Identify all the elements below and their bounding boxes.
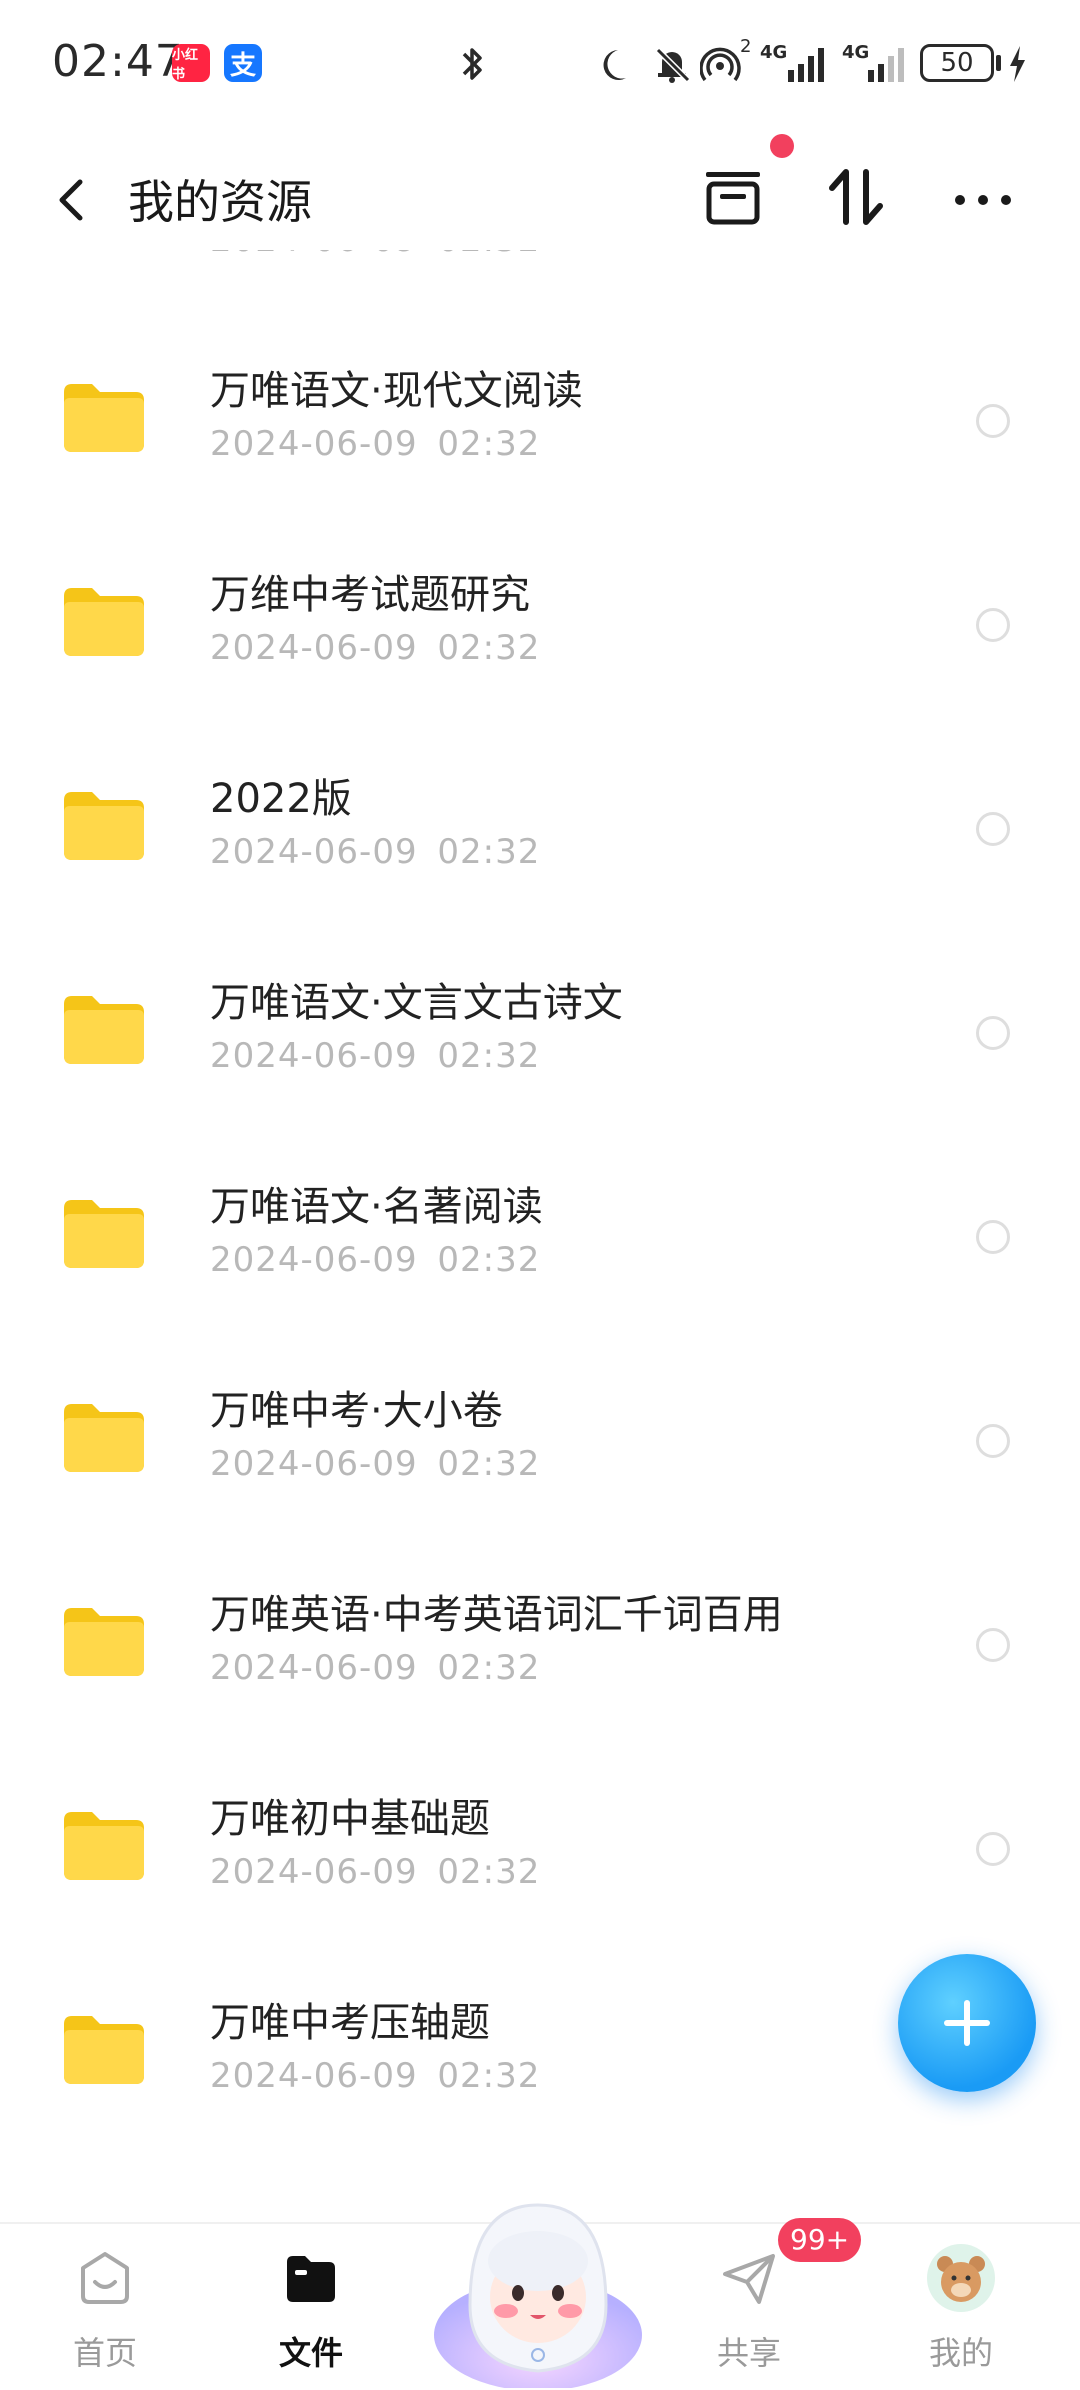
page-title: 我的资源: [128, 175, 312, 229]
folder-icon: [287, 2256, 335, 2302]
sort-icon[interactable]: [822, 162, 892, 232]
folder-icon: [64, 996, 144, 1064]
folder-icon: [64, 2016, 144, 2084]
folder-date: 2024-06-09 02:32: [210, 628, 541, 668]
folder-date: 2024-06-09 02:32: [210, 1444, 541, 1484]
list-item[interactable]: 万唯英语·中考英语词汇千词百用 2024-06-09 02:32: [0, 1546, 1080, 1750]
folder-name: 万唯语文·名著阅读: [210, 1184, 543, 1230]
plus-icon: [944, 2000, 990, 2046]
mascot-assistant-button[interactable]: [430, 2165, 646, 2388]
charging-icon: [1010, 46, 1025, 82]
nav-label: 共享: [716, 2334, 781, 2372]
list-item[interactable]: 万唯语文·现代文阅读 2024-06-09 02:32: [0, 322, 1080, 526]
battery-tip: [996, 55, 1001, 71]
folder-icon: [64, 384, 144, 452]
network-type-1: 4G: [760, 42, 788, 63]
list-item[interactable]: 万唯中考·大小卷 2024-06-09 02:32: [0, 1342, 1080, 1546]
status-time: 02:47: [52, 36, 184, 87]
select-radio[interactable]: [976, 404, 1010, 438]
folder-date: 2024-06-09 02:32: [210, 1852, 541, 1892]
bluetooth-icon: [462, 48, 482, 80]
folder-icon: [64, 792, 144, 860]
folder-icon: [60, 250, 148, 252]
folder-name: 2022版: [210, 776, 352, 822]
folder-name: 万唯中考·大小卷: [210, 1388, 503, 1434]
list-item[interactable]: 万唯语文·名著阅读 2024-06-09 02:32: [0, 1138, 1080, 1342]
archive-icon[interactable]: [698, 162, 768, 232]
list-item[interactable]: 万唯语文·文言文古诗文 2024-06-09 02:32: [0, 934, 1080, 1138]
folder-icon: [64, 588, 144, 656]
folder-icon: [64, 1812, 144, 1880]
list-item[interactable]: 2024-06-09 02:32: [0, 250, 1080, 322]
xiaohongshu-icon: 小红书: [172, 44, 210, 82]
folder-name: 万唯中考压轴题: [210, 2000, 490, 2046]
signal-icon: [868, 48, 904, 82]
folder-date: 2024-06-09 02:32: [210, 1036, 541, 1076]
nav-profile[interactable]: 我的: [886, 2224, 1036, 2390]
nav-home[interactable]: 首页: [30, 2224, 180, 2390]
sim-index: 2: [740, 36, 752, 57]
notification-dot: [770, 134, 794, 158]
nav-label: 首页: [72, 2334, 137, 2372]
select-radio[interactable]: [976, 812, 1010, 846]
mute-bell-icon: [655, 47, 691, 83]
list-item[interactable]: 2022版 2024-06-09 02:32: [0, 730, 1080, 934]
folder-name: 万唯语文·现代文阅读: [210, 368, 583, 414]
folder-name: 万唯英语·中考英语词汇千词百用: [210, 1592, 783, 1638]
folder-date: 2024-06-09 02:32: [210, 250, 540, 260]
share-badge: 99+: [778, 2218, 862, 2262]
back-button[interactable]: [48, 170, 98, 230]
folder-date: 2024-06-09 02:32: [210, 2056, 541, 2096]
select-radio[interactable]: [976, 1832, 1010, 1866]
avatar-icon: [927, 2244, 995, 2312]
send-icon: [723, 2254, 775, 2304]
signal-icon: [788, 48, 824, 82]
list-item[interactable]: 万维中考试题研究 2024-06-09 02:32: [0, 526, 1080, 730]
nav-label: 我的: [928, 2334, 993, 2372]
select-radio[interactable]: [976, 1424, 1010, 1458]
folder-list: 2024-06-09 02:32 万唯语文·现代文阅读 2024-06-09 0…: [0, 250, 1080, 2222]
folder-icon: [64, 1608, 144, 1676]
folder-date: 2024-06-09 02:32: [210, 1240, 541, 1280]
more-icon[interactable]: [948, 162, 1018, 232]
folder-icon: [64, 1404, 144, 1472]
folder-date: 2024-06-09 02:32: [210, 424, 541, 464]
folder-name: 万唯初中基础题: [210, 1796, 490, 1842]
list-item[interactable]: 万唯初中基础题 2024-06-09 02:32: [0, 1750, 1080, 1954]
battery-indicator: 50: [920, 44, 994, 82]
select-radio[interactable]: [976, 608, 1010, 642]
add-button[interactable]: [898, 1954, 1036, 2092]
folder-date: 2024-06-09 02:32: [210, 1648, 541, 1688]
select-radio[interactable]: [976, 1016, 1010, 1050]
folder-date: 2024-06-09 02:32: [210, 832, 541, 872]
header: 我的资源: [0, 140, 1080, 250]
folder-name: 万维中考试题研究: [210, 572, 530, 618]
nav-files[interactable]: 文件: [236, 2224, 386, 2390]
moon-icon: [603, 50, 626, 80]
alipay-icon: 支: [224, 44, 262, 82]
folder-name: 万唯语文·文言文古诗文: [210, 980, 623, 1026]
status-bar: 02:47 小红书 支 2 4G 4G 50: [0, 0, 1080, 120]
select-radio[interactable]: [976, 1628, 1010, 1662]
select-radio[interactable]: [976, 1220, 1010, 1254]
folder-icon: [64, 1200, 144, 1268]
nav-label: 文件: [278, 2334, 343, 2372]
home-icon: [81, 2252, 129, 2304]
